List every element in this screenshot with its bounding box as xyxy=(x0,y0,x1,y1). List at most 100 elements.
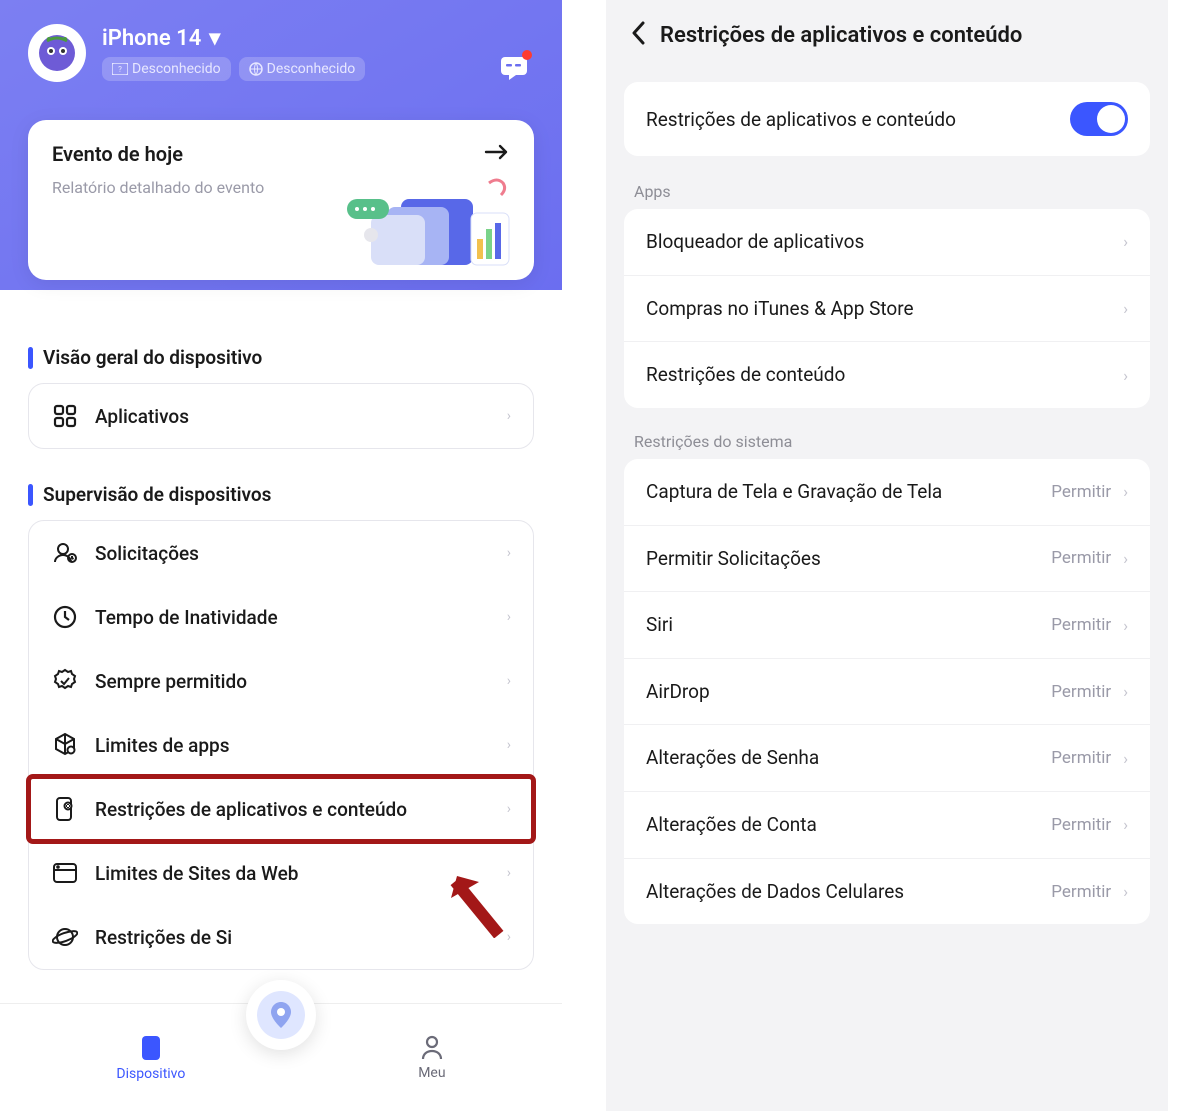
row-label: Permitir Solicitações xyxy=(646,546,821,572)
chevron-right-icon: › xyxy=(1123,882,1128,901)
site-restrictions-row[interactable]: Restrições de Si › xyxy=(29,905,533,969)
group-label: Apps xyxy=(606,168,1168,209)
row-label: Aplicativos xyxy=(95,405,491,428)
browser-icon xyxy=(51,859,79,887)
row-label: AirDrop xyxy=(646,679,710,705)
location-fab[interactable] xyxy=(246,980,316,1050)
back-button[interactable] xyxy=(630,20,646,50)
chevron-right-icon: › xyxy=(1123,232,1128,251)
row-status: Permitir xyxy=(1051,748,1111,768)
chevron-right-icon: › xyxy=(507,673,511,689)
nav-device[interactable]: Dispositivo xyxy=(116,1034,185,1082)
allow-requests-row[interactable]: Permitir Solicitações Permitir › xyxy=(624,525,1150,592)
chevron-right-icon: › xyxy=(507,737,511,753)
version-badge: ? Desconhecido xyxy=(102,57,231,81)
toggle-knob-icon xyxy=(1097,105,1125,133)
cellular-data-changes-row[interactable]: Alterações de Dados Celulares Permitir › xyxy=(624,858,1150,925)
device-name: iPhone 14 xyxy=(102,26,201,51)
event-card[interactable]: Evento de hoje Relatório detalhado do ev… xyxy=(28,120,534,280)
row-label: Sempre permitido xyxy=(95,670,491,693)
requests-row[interactable]: Solicitações › xyxy=(29,521,533,585)
nav-label: Dispositivo xyxy=(116,1066,185,1082)
row-label: Siri xyxy=(646,612,673,638)
avatar[interactable] xyxy=(28,24,86,82)
notification-dot-icon xyxy=(522,50,532,60)
row-status: Permitir xyxy=(1051,682,1111,702)
badge-check-icon xyxy=(51,667,79,695)
page-title: Restrições de aplicativos e conteúdo xyxy=(660,23,1022,48)
section-indicator-icon xyxy=(28,347,33,369)
airdrop-row[interactable]: AirDrop Permitir › xyxy=(624,658,1150,725)
restrictions-toggle[interactable] xyxy=(1070,102,1128,136)
web-limits-row[interactable]: Limites de Sites da Web › xyxy=(29,841,533,905)
row-label: Solicitações xyxy=(95,542,491,565)
password-changes-row[interactable]: Alterações de Senha Permitir › xyxy=(624,724,1150,791)
network-badge: Desconhecido xyxy=(239,57,366,81)
toggle-label: Restrições de aplicativos e conteúdo xyxy=(646,108,956,131)
content-restrictions-row[interactable]: Restrições de aplicativos e conteúdo › xyxy=(29,777,533,841)
location-pin-icon xyxy=(268,1000,294,1030)
row-status: Permitir xyxy=(1051,548,1111,568)
row-label: Restrições de conteúdo xyxy=(646,362,845,388)
always-allowed-row[interactable]: Sempre permitido › xyxy=(29,649,533,713)
siri-row[interactable]: Siri Permitir › xyxy=(624,591,1150,658)
row-status: Permitir xyxy=(1051,482,1111,502)
row-label: Limites de Sites da Web xyxy=(95,862,491,885)
row-label: Tempo de Inatividade xyxy=(95,606,491,629)
chevron-right-icon: › xyxy=(507,929,511,945)
chevron-right-icon: › xyxy=(1123,616,1128,635)
account-changes-row[interactable]: Alterações de Conta Permitir › xyxy=(624,791,1150,858)
chevron-right-icon: › xyxy=(1123,299,1128,318)
arrow-right-icon xyxy=(484,143,510,165)
row-label: Alterações de Conta xyxy=(646,812,817,838)
chevron-right-icon: › xyxy=(507,408,511,424)
nav-me[interactable]: Meu xyxy=(418,1035,445,1081)
chevron-right-icon: › xyxy=(1123,366,1128,385)
event-title: Evento de hoje xyxy=(52,142,183,166)
chevron-right-icon: › xyxy=(1123,682,1128,701)
apps-grid-icon xyxy=(51,402,79,430)
section-title: Supervisão de dispositivos xyxy=(43,483,271,506)
chevron-right-icon: › xyxy=(1123,549,1128,568)
row-label: Alterações de Dados Celulares xyxy=(646,879,904,905)
screen-recording-row[interactable]: Captura de Tela e Gravação de Tela Permi… xyxy=(624,459,1150,525)
row-label: Restrições de aplicativos e conteúdo xyxy=(95,798,491,821)
planet-icon xyxy=(51,923,79,951)
clock-icon xyxy=(51,603,79,631)
svg-text:?: ? xyxy=(118,65,122,74)
chevron-down-icon: ▾ xyxy=(209,26,220,51)
apps-row[interactable]: Aplicativos › xyxy=(29,384,533,448)
chevron-left-icon xyxy=(630,20,646,46)
row-label: Bloqueador de aplicativos xyxy=(646,229,864,255)
row-status: Permitir xyxy=(1051,615,1111,635)
row-status: Permitir xyxy=(1051,882,1111,902)
device-selector[interactable]: iPhone 14 ▾ xyxy=(102,26,365,51)
section-indicator-icon xyxy=(28,484,33,506)
chevron-right-icon: › xyxy=(507,865,511,881)
chevron-right-icon: › xyxy=(507,545,511,561)
row-label: Restrições de Si xyxy=(95,926,491,949)
person-icon xyxy=(420,1035,444,1061)
chevron-right-icon: › xyxy=(507,801,511,817)
downtime-row[interactable]: Tempo de Inatividade › xyxy=(29,585,533,649)
chevron-right-icon: › xyxy=(1123,749,1128,768)
chevron-right-icon: › xyxy=(507,609,511,625)
group-label: Restrições do sistema xyxy=(606,418,1168,459)
row-label: Captura de Tela e Gravação de Tela xyxy=(646,479,942,505)
cube-gear-icon xyxy=(51,731,79,759)
phone-icon xyxy=(140,1034,162,1062)
event-illustration xyxy=(341,177,516,276)
content-restrictions-row[interactable]: Restrições de conteúdo › xyxy=(624,341,1150,408)
phone-gear-icon xyxy=(51,795,79,823)
itunes-purchases-row[interactable]: Compras no iTunes & App Store › xyxy=(624,275,1150,342)
chevron-right-icon: › xyxy=(1123,815,1128,834)
app-limits-row[interactable]: Limites de apps › xyxy=(29,713,533,777)
section-title: Visão geral do dispositivo xyxy=(43,346,262,369)
row-label: Alterações de Senha xyxy=(646,745,819,771)
row-label: Limites de apps xyxy=(95,734,491,757)
chat-button[interactable] xyxy=(494,48,534,88)
row-label: Compras no iTunes & App Store xyxy=(646,296,914,322)
app-blocker-row[interactable]: Bloqueador de aplicativos › xyxy=(624,209,1150,275)
nav-label: Meu xyxy=(418,1065,445,1081)
row-status: Permitir xyxy=(1051,815,1111,835)
